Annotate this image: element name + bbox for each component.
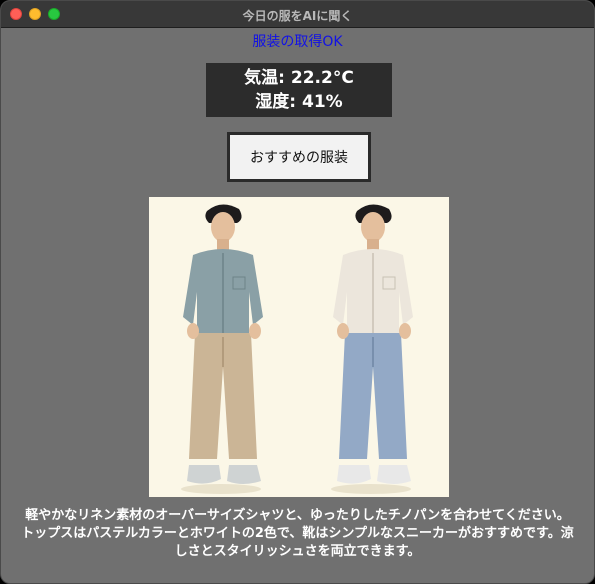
outfit-description: 軽やかなリネン素材のオーバーサイズシャツと、ゆったりしたチノパンを合わせてくださ… bbox=[21, 508, 574, 559]
temperature-label: 気温: 22.2°C bbox=[244, 68, 354, 88]
humidity-label: 湿度: 41% bbox=[255, 92, 343, 112]
app-window: 今日の服をAIに聞く 服装の取得OK 気温: 22.2°C 湿度: 41% おす… bbox=[0, 0, 595, 584]
outfit-figure-right bbox=[331, 204, 413, 494]
weather-panel: 気温: 22.2°C 湿度: 41% bbox=[206, 63, 392, 117]
outfit-figure-left bbox=[181, 204, 263, 494]
status-message: 服装の取得OK bbox=[252, 34, 343, 50]
outfit-image bbox=[149, 197, 449, 497]
suggest-outfit-button[interactable]: おすすめの服装 bbox=[227, 132, 371, 182]
window-title: 今日の服をAIに聞く bbox=[242, 9, 353, 23]
title-bar[interactable]: 今日の服をAIに聞く bbox=[1, 1, 594, 28]
outfit-illustration bbox=[181, 204, 413, 494]
